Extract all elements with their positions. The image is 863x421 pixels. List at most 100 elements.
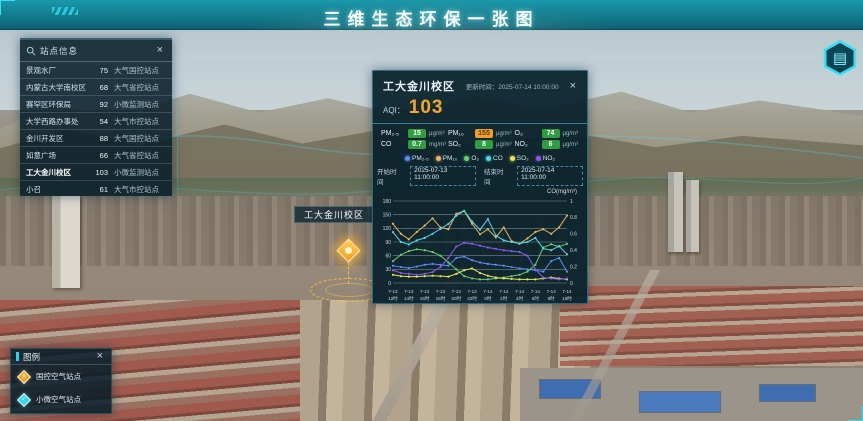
- station-name: 小召: [26, 184, 94, 195]
- svg-text:20时: 20时: [451, 295, 461, 301]
- svg-text:22时: 22时: [467, 295, 477, 301]
- station-list-header: 站点信息 ×: [20, 40, 172, 62]
- legend-items: ≡国控空气站点 ✓ 小微空气站点: [11, 365, 111, 411]
- svg-text:4时: 4时: [516, 295, 524, 301]
- legend-title: 图例: [23, 351, 94, 363]
- chart-legend-item[interactable]: NO₂: [536, 155, 555, 162]
- station-aqi-value: 92: [94, 100, 114, 109]
- pollutant-cell: SO₂8μg/m³: [448, 140, 513, 149]
- layers-toggle-button[interactable]: ▤: [822, 40, 858, 76]
- page-title: 三维生态环保一张图: [0, 5, 863, 30]
- station-row[interactable]: 小召61大气市控站点: [20, 181, 172, 198]
- decor-slashes: [52, 7, 78, 15]
- start-time-label: 开始时间: [377, 166, 402, 186]
- legend-label: CO: [493, 155, 503, 162]
- pollutant-cell: CO0.7mg/m³: [381, 140, 446, 149]
- pollutant-unit: μg/m³: [563, 142, 578, 148]
- pollutant-value-badge: 15: [408, 129, 426, 138]
- pollutant-name: CO: [381, 141, 405, 148]
- svg-text:7-14: 7-14: [562, 289, 572, 294]
- legend-label: O₃: [471, 155, 479, 162]
- pollutant-unit: μg/m³: [429, 131, 444, 137]
- svg-text:12时: 12时: [388, 295, 398, 301]
- search-icon: [26, 46, 36, 56]
- station-aqi-value: 61: [94, 185, 114, 194]
- pollutant-name: NO₂: [515, 141, 539, 148]
- station-name: 赛罕区环保局: [26, 99, 94, 110]
- station-row[interactable]: 工大金川校区103小微监测站点: [20, 164, 172, 181]
- right-axis-unit-label: CO(mg/m³): [373, 188, 587, 195]
- chart-legend-item[interactable]: SO₂: [510, 155, 529, 162]
- legend-dot-icon: [536, 156, 541, 161]
- legend-item[interactable]: ≡国控空气站点: [11, 365, 111, 388]
- app-root: 三维生态环保一张图 站点信息 × 景观水厂75大气国控站点内蒙古大学南校区68大…: [0, 0, 863, 421]
- legend-dot-icon: [486, 156, 491, 161]
- station-name: 大学西路办事处: [26, 116, 94, 127]
- svg-text:16时: 16时: [420, 295, 430, 301]
- pollutant-unit: μg/m³: [563, 131, 578, 137]
- svg-text:30: 30: [385, 267, 391, 273]
- svg-text:0.6: 0.6: [570, 232, 577, 238]
- svg-text:7-13: 7-13: [452, 289, 462, 294]
- station-name: 如意广场: [26, 150, 94, 161]
- svg-text:0.4: 0.4: [570, 248, 577, 254]
- pollutant-value-badge: 8: [475, 140, 493, 149]
- layers-icon: ▤: [822, 40, 858, 76]
- svg-text:2时: 2时: [500, 295, 508, 301]
- map-legend-panel: 图例 × ≡国控空气站点 ✓ 小微空气站点: [10, 348, 112, 414]
- close-icon[interactable]: ×: [154, 44, 166, 57]
- legend-diamond-icon: ≡: [17, 369, 31, 383]
- station-row[interactable]: 内蒙古大学南校区68大气省控站点: [20, 79, 172, 96]
- svg-text:7-13: 7-13: [388, 289, 398, 294]
- pollutant-name: O₃: [515, 130, 539, 137]
- svg-text:7-13: 7-13: [420, 289, 430, 294]
- station-row[interactable]: 景观水厂75大气国控站点: [20, 62, 172, 79]
- legend-item[interactable]: ✓ 小微空气站点: [11, 388, 111, 411]
- station-row[interactable]: 金川开发区88大气国控站点: [20, 130, 172, 147]
- station-row[interactable]: 大学西路办事处54大气市控站点: [20, 113, 172, 130]
- svg-text:8时: 8时: [548, 295, 556, 301]
- chart-legend-item[interactable]: PM₁₀: [436, 155, 458, 162]
- end-time-label: 结束时间: [484, 166, 509, 186]
- legend-label: PM₁₀: [443, 155, 458, 162]
- station-aqi-value: 66: [94, 151, 114, 160]
- svg-text:7-13: 7-13: [467, 289, 477, 294]
- svg-text:7-14: 7-14: [515, 289, 525, 294]
- station-aqi-value: 103: [94, 168, 114, 177]
- station-aqi-value: 54: [94, 117, 114, 126]
- map-station-label[interactable]: 工大金川校区: [294, 206, 374, 223]
- svg-text:7-13: 7-13: [436, 289, 446, 294]
- station-rows: 景观水厂75大气国控站点内蒙古大学南校区68大气省控站点赛罕区环保局92小微监测…: [20, 62, 172, 198]
- pollutant-value-badge: 6: [542, 140, 560, 149]
- pollutant-unit: μg/m³: [496, 142, 511, 148]
- close-icon[interactable]: ×: [94, 350, 106, 363]
- svg-text:7-14: 7-14: [531, 289, 541, 294]
- chart-legend-item[interactable]: O₃: [464, 155, 479, 162]
- diamond-glyph: ✓: [21, 397, 26, 403]
- station-row[interactable]: 赛罕区环保局92小微监测站点: [20, 96, 172, 113]
- svg-text:18时: 18时: [436, 295, 446, 301]
- svg-text:0.2: 0.2: [570, 264, 577, 270]
- station-name: 金川开发区: [26, 133, 94, 144]
- station-type: 小微监测站点: [114, 99, 166, 110]
- svg-text:150: 150: [383, 212, 392, 218]
- chart-legend-item[interactable]: PM₂.₅: [405, 155, 429, 162]
- station-row[interactable]: 如意广场66大气省控站点: [20, 147, 172, 164]
- pollutant-name: SO₂: [448, 141, 472, 148]
- station-name: 内蒙古大学南校区: [26, 82, 94, 93]
- legend-item-label: 小微空气站点: [36, 394, 81, 405]
- station-list-panel: 站点信息 × 景观水厂75大气国控站点内蒙古大学南校区68大气省控站点赛罕区环保…: [20, 38, 172, 196]
- station-type: 大气省控站点: [114, 150, 166, 161]
- station-list-title: 站点信息: [40, 45, 154, 57]
- pollutant-name: PM₁₀: [448, 130, 472, 137]
- station-aqi-value: 68: [94, 83, 114, 92]
- station-name: 景观水厂: [26, 65, 94, 76]
- pollutant-cell: PM₂.₅15μg/m³: [381, 129, 446, 138]
- station-type: 大气国控站点: [114, 133, 166, 144]
- chart-legend-item[interactable]: CO: [486, 155, 503, 162]
- diamond-glyph: ≡: [22, 373, 26, 379]
- start-time-input[interactable]: 2025-07-13 11:00:00: [410, 166, 476, 186]
- legend-label: PM₂.₅: [412, 155, 429, 162]
- end-time-input[interactable]: 2025-07-14 11:00:00: [517, 166, 583, 186]
- close-icon[interactable]: ×: [567, 80, 579, 93]
